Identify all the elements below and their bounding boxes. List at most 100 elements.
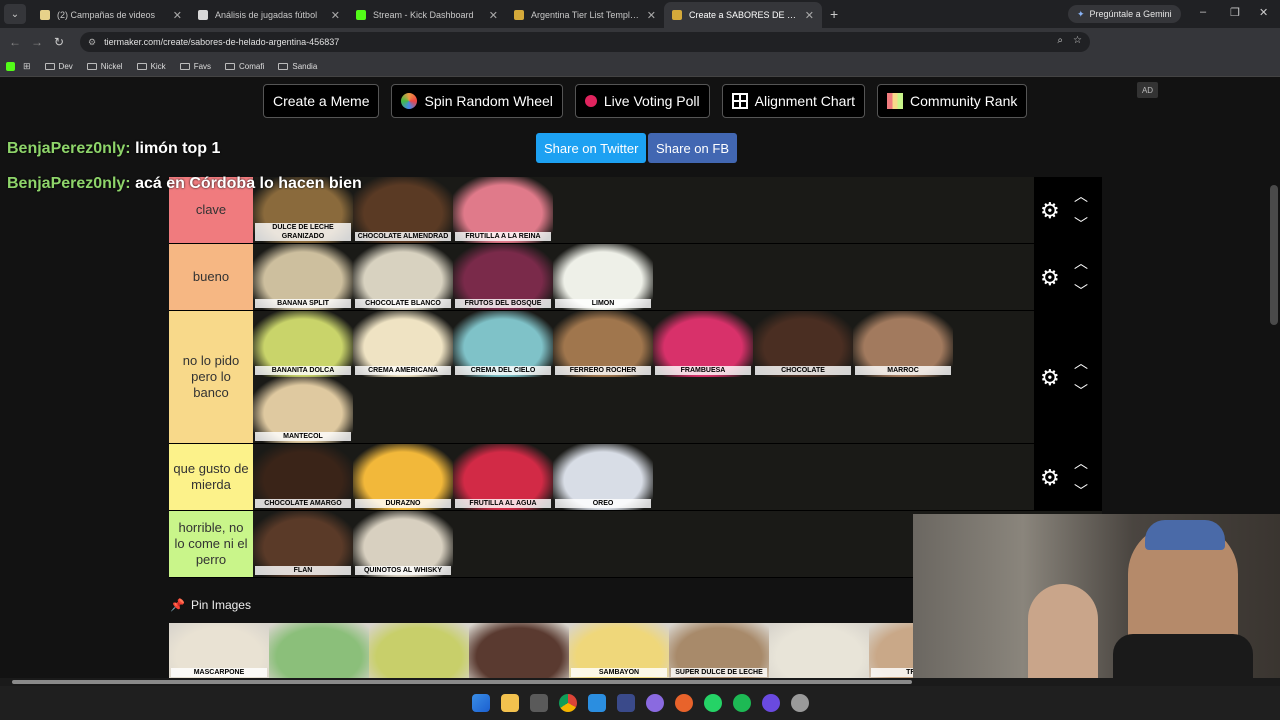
whatsapp-icon[interactable] — [703, 694, 722, 712]
tier-label[interactable]: bueno — [169, 244, 253, 310]
ice-cream-card[interactable]: CHOCOLATE ALMENDRAD — [353, 177, 453, 243]
kick-bookmark-icon[interactable] — [6, 61, 15, 71]
file-explorer-icon[interactable] — [500, 694, 519, 712]
ad-badge[interactable]: AD — [1137, 82, 1158, 98]
restore-icon[interactable]: ❐ — [1230, 6, 1240, 19]
gear-icon[interactable]: ⚙ — [1040, 466, 1062, 489]
ice-cream-card[interactable]: CHOCOLATE — [753, 311, 853, 377]
pool-image[interactable]: TRAMO — [869, 623, 913, 679]
ice-cream-card[interactable]: OREO — [553, 444, 653, 510]
close-tab-icon[interactable]: ✕ — [331, 9, 340, 22]
browser-tab[interactable]: Create a SABORES DE HELADO✕ — [664, 2, 822, 28]
ice-cream-card[interactable]: CREMA AMERICANA — [353, 311, 453, 377]
move-up-icon[interactable]: ︿ — [1074, 356, 1088, 370]
close-tab-icon[interactable]: ✕ — [805, 9, 814, 22]
site-info-icon[interactable]: ⚙ — [88, 37, 96, 48]
gemini-button[interactable]: ✦ Pregúntale a Gemini — [1068, 5, 1181, 23]
spotify-icon[interactable] — [732, 694, 751, 712]
bookmark-star-icon[interactable]: ☆ — [1073, 35, 1082, 46]
tier-label[interactable]: horrible, no lo come ni el perro — [169, 511, 253, 577]
horizontal-scrollbar[interactable] — [0, 678, 1280, 686]
share-twitter-button[interactable]: Share on Twitter — [536, 133, 647, 163]
browser-tab[interactable]: (2) Campañas de videos ✕ — [32, 2, 190, 28]
ice-cream-card[interactable]: CHOCOLATE AMARGO — [253, 444, 353, 510]
obs-icon[interactable] — [790, 694, 809, 712]
move-up-icon[interactable]: ︿ — [1074, 456, 1088, 470]
reload-icon[interactable]: ↻ — [48, 35, 70, 49]
zoom-icon[interactable]: ⌕ — [1057, 35, 1063, 46]
tier-label[interactable]: no lo pido pero lo banco — [169, 311, 253, 443]
store-icon[interactable] — [529, 694, 548, 712]
pin-images-toggle[interactable]: 📌 Pin Images — [170, 598, 251, 612]
new-tab-button[interactable]: + — [830, 6, 838, 22]
ice-cream-card[interactable]: MANTECOL — [253, 377, 353, 443]
vertical-scrollbar[interactable] — [1270, 185, 1278, 325]
spin-wheel-button[interactable]: Spin Random Wheel — [391, 84, 563, 118]
forward-icon[interactable]: → — [26, 35, 48, 49]
bookmark-folder[interactable]: Nickel — [86, 62, 123, 71]
pool-image[interactable]: SAMBAYON — [569, 623, 669, 679]
pool-image[interactable] — [769, 623, 869, 679]
live-poll-button[interactable]: Live Voting Poll — [574, 84, 710, 118]
back-icon[interactable]: ← — [4, 35, 26, 49]
browser-tab[interactable]: Análisis de jugadas fútbol ✕ — [190, 2, 348, 28]
ice-cream-card[interactable]: FERRERO ROCHER — [553, 311, 653, 377]
github-icon[interactable] — [645, 694, 664, 712]
gear-icon[interactable]: ⚙ — [1040, 199, 1062, 222]
pool-image[interactable] — [469, 623, 569, 679]
ice-cream-card[interactable]: FRUTOS DEL BOSQUE — [453, 244, 553, 310]
ice-cream-card[interactable]: QUINOTOS AL WHISKY — [353, 511, 453, 577]
tab-search-button[interactable]: ⌄ — [4, 4, 26, 24]
ice-cream-card[interactable]: MARROC — [853, 311, 953, 377]
bookmark-folder[interactable]: Favs — [179, 62, 211, 71]
create-meme-button[interactable]: Create a Meme — [263, 84, 380, 118]
horizontal-scroll-thumb[interactable] — [12, 680, 912, 684]
community-rank-button[interactable]: Community Rank — [877, 84, 1028, 118]
bookmark-folder[interactable]: Dev — [44, 62, 73, 71]
ice-cream-card[interactable]: CHOCOLATE BLANCO — [353, 244, 453, 310]
ice-cream-card[interactable]: CREMA DEL CIELO — [453, 311, 553, 377]
move-down-icon[interactable]: ﹀ — [1074, 484, 1088, 498]
ice-cream-card[interactable]: FLAN — [253, 511, 353, 577]
move-up-icon[interactable]: ︿ — [1074, 189, 1088, 203]
move-down-icon[interactable]: ﹀ — [1074, 217, 1088, 231]
terminal-icon[interactable] — [616, 694, 635, 712]
move-up-icon[interactable]: ︿ — [1074, 256, 1088, 270]
pool-image[interactable] — [369, 623, 469, 679]
vscode-icon[interactable] — [587, 694, 606, 712]
close-tab-icon[interactable]: ✕ — [173, 9, 182, 22]
alignment-chart-button[interactable]: Alignment Chart — [721, 84, 866, 118]
app-icon[interactable] — [761, 694, 780, 712]
bookmark-folder[interactable]: Kick — [136, 62, 166, 71]
browser-tab[interactable]: Stream - Kick Dashboard ✕ — [348, 2, 506, 28]
ice-cream-card[interactable]: DURAZNO — [353, 444, 453, 510]
ice-cream-card[interactable]: FRUTILLA A LA REINA — [453, 177, 553, 243]
move-down-icon[interactable]: ﹀ — [1074, 284, 1088, 298]
start-icon[interactable] — [471, 694, 490, 712]
move-down-icon[interactable]: ﹀ — [1074, 384, 1088, 398]
apps-grid-icon[interactable]: ⊞ — [23, 61, 31, 72]
pool-image[interactable]: SUPER DULCE DE LECHE — [669, 623, 769, 679]
gear-icon[interactable]: ⚙ — [1040, 366, 1062, 389]
gear-icon[interactable]: ⚙ — [1040, 266, 1062, 289]
tool-buttons: Create a Meme Spin Random Wheel Live Vot… — [263, 84, 1028, 118]
pool-image[interactable] — [269, 623, 369, 679]
chrome-icon[interactable] — [558, 694, 577, 712]
close-window-icon[interactable]: ✕ — [1259, 6, 1268, 19]
minimize-icon[interactable]: – — [1200, 6, 1206, 18]
ice-cream-card[interactable]: FRAMBUESA — [653, 311, 753, 377]
tier-label[interactable]: que gusto de mierda — [169, 444, 253, 510]
share-fb-button[interactable]: Share on FB — [648, 133, 737, 163]
bookmark-folder[interactable]: Comafi — [225, 62, 264, 71]
postman-icon[interactable] — [674, 694, 693, 712]
ice-cream-card[interactable]: BANANITA DOLCA — [253, 311, 353, 377]
url-field[interactable]: ⚙ tiermaker.com/create/sabores-de-helado… — [80, 32, 1090, 52]
bookmark-folder[interactable]: Sandia — [278, 62, 317, 71]
close-tab-icon[interactable]: ✕ — [489, 9, 498, 22]
ice-cream-card[interactable]: LIMON — [553, 244, 653, 310]
ice-cream-card[interactable]: BANANA SPLIT — [253, 244, 353, 310]
browser-tab[interactable]: Argentina Tier List Templates - ✕ — [506, 2, 664, 28]
ice-cream-card[interactable]: FRUTILLA AL AGUA — [453, 444, 553, 510]
pool-image[interactable]: MASCARPONE — [169, 623, 269, 679]
close-tab-icon[interactable]: ✕ — [647, 9, 656, 22]
